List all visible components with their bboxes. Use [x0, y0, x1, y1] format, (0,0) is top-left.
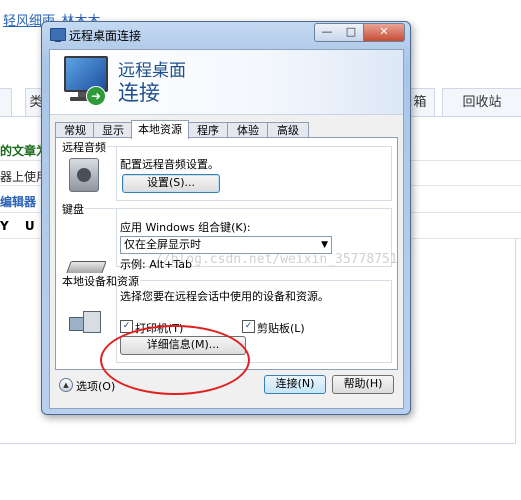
banner: ➜ 远程桌面 连接: [50, 50, 403, 115]
tab-experience[interactable]: 体验: [227, 122, 269, 138]
options-link[interactable]: 选项(O): [76, 378, 115, 394]
chevron-down-icon: ▼: [321, 240, 328, 250]
background-editor-label: 编辑器: [0, 195, 37, 209]
keyboard-example: 示例: Alt+Tab: [120, 258, 192, 271]
remote-audio-group-label: 远程音频: [61, 139, 107, 155]
connect-button[interactable]: 连接(N): [264, 375, 326, 394]
audio-settings-button[interactable]: 设置(S)...: [122, 174, 220, 193]
tab-display[interactable]: 显示: [93, 122, 133, 138]
annotation-circle: [100, 325, 250, 395]
devices-icon: [69, 311, 101, 335]
tab-general[interactable]: 常规: [55, 122, 95, 138]
banner-subtitle: 连接: [118, 81, 160, 105]
title-bar[interactable]: 远程桌面连接 — □ ✕: [42, 22, 410, 48]
clipboard-label: 剪贴板(L): [257, 322, 305, 335]
devices-description: 选择您要在远程会话中使用的设备和资源。: [120, 290, 329, 303]
background-tab-recycle[interactable]: 回收站: [442, 88, 521, 116]
tab-advanced[interactable]: 高级: [267, 122, 309, 138]
windows-keys-select[interactable]: 仅在全屏显示时 ▼: [120, 236, 332, 254]
connect-arrow-icon: ➜: [86, 86, 106, 106]
windows-keys-selected: 仅在全屏显示时: [124, 238, 201, 251]
minimize-button[interactable]: —: [314, 23, 340, 42]
close-button[interactable]: ✕: [364, 23, 405, 42]
clipboard-checkbox[interactable]: ✓: [242, 320, 255, 333]
remote-desktop-icon: [50, 28, 66, 42]
background-tab-left[interactable]: [0, 88, 12, 116]
apply-windows-keys-label: 应用 Windows 组合键(K):: [120, 221, 251, 234]
tab-local-resources[interactable]: 本地资源: [131, 120, 189, 139]
maximize-button[interactable]: □: [339, 23, 364, 42]
window-title: 远程桌面连接: [69, 29, 142, 43]
speaker-icon: [69, 158, 99, 192]
help-button[interactable]: 帮助(H): [332, 375, 394, 394]
expand-options-icon[interactable]: ▲: [59, 378, 73, 392]
audio-description: 配置远程音频设置。: [120, 158, 219, 171]
tab-programs[interactable]: 程序: [187, 122, 229, 138]
keyboard-group-label: 键盘: [61, 201, 85, 217]
